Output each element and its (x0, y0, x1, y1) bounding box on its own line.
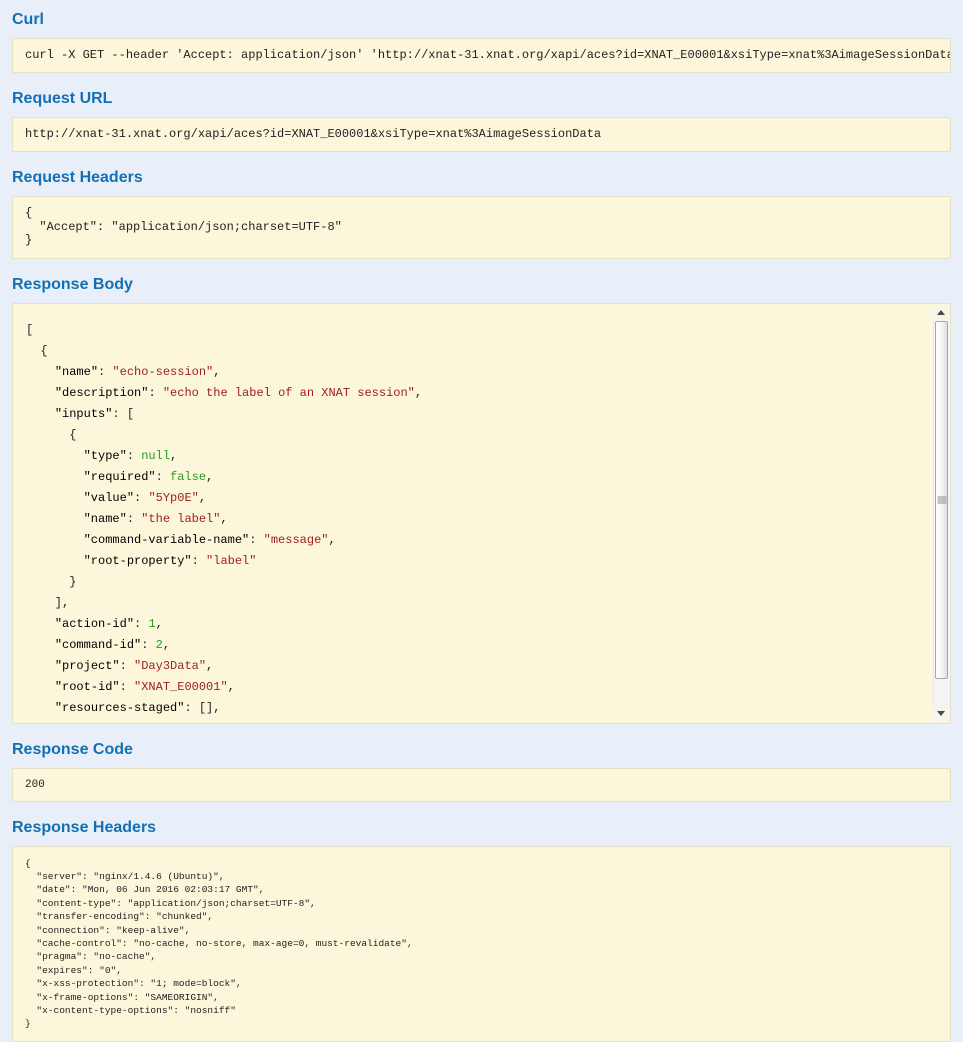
curl-heading: Curl (12, 10, 951, 29)
response-body-scrollbar[interactable] (932, 305, 949, 722)
request-url-heading: Request URL (12, 89, 951, 108)
api-response-panel: Curl curl -X GET --header 'Accept: appli… (12, 10, 951, 1042)
scroll-down-arrow-icon (937, 711, 945, 716)
request-headers-heading: Request Headers (12, 168, 951, 187)
curl-command-box: curl -X GET --header 'Accept: applicatio… (12, 38, 951, 73)
scroll-up-arrow-icon (937, 310, 945, 315)
response-body-json: [ { "name": "echo-session", "description… (13, 304, 950, 724)
scrollbar-down-button[interactable] (932, 706, 949, 722)
scrollbar-track[interactable] (933, 321, 949, 706)
request-headers-box: { "Accept": "application/json;charset=UT… (12, 196, 951, 259)
response-body-heading: Response Body (12, 275, 951, 294)
response-body-box[interactable]: [ { "name": "echo-session", "description… (12, 303, 951, 724)
request-url-box: http://xnat-31.xnat.org/xapi/aces?id=XNA… (12, 117, 951, 152)
response-code-heading: Response Code (12, 740, 951, 759)
response-code-box: 200 (12, 768, 951, 802)
scrollbar-thumb[interactable] (935, 321, 948, 679)
response-headers-heading: Response Headers (12, 818, 951, 837)
scrollbar-grip-icon (937, 496, 946, 503)
response-headers-box: { "server": "nginx/1.4.6 (Ubuntu)", "dat… (12, 846, 951, 1042)
scrollbar-up-button[interactable] (932, 305, 949, 321)
